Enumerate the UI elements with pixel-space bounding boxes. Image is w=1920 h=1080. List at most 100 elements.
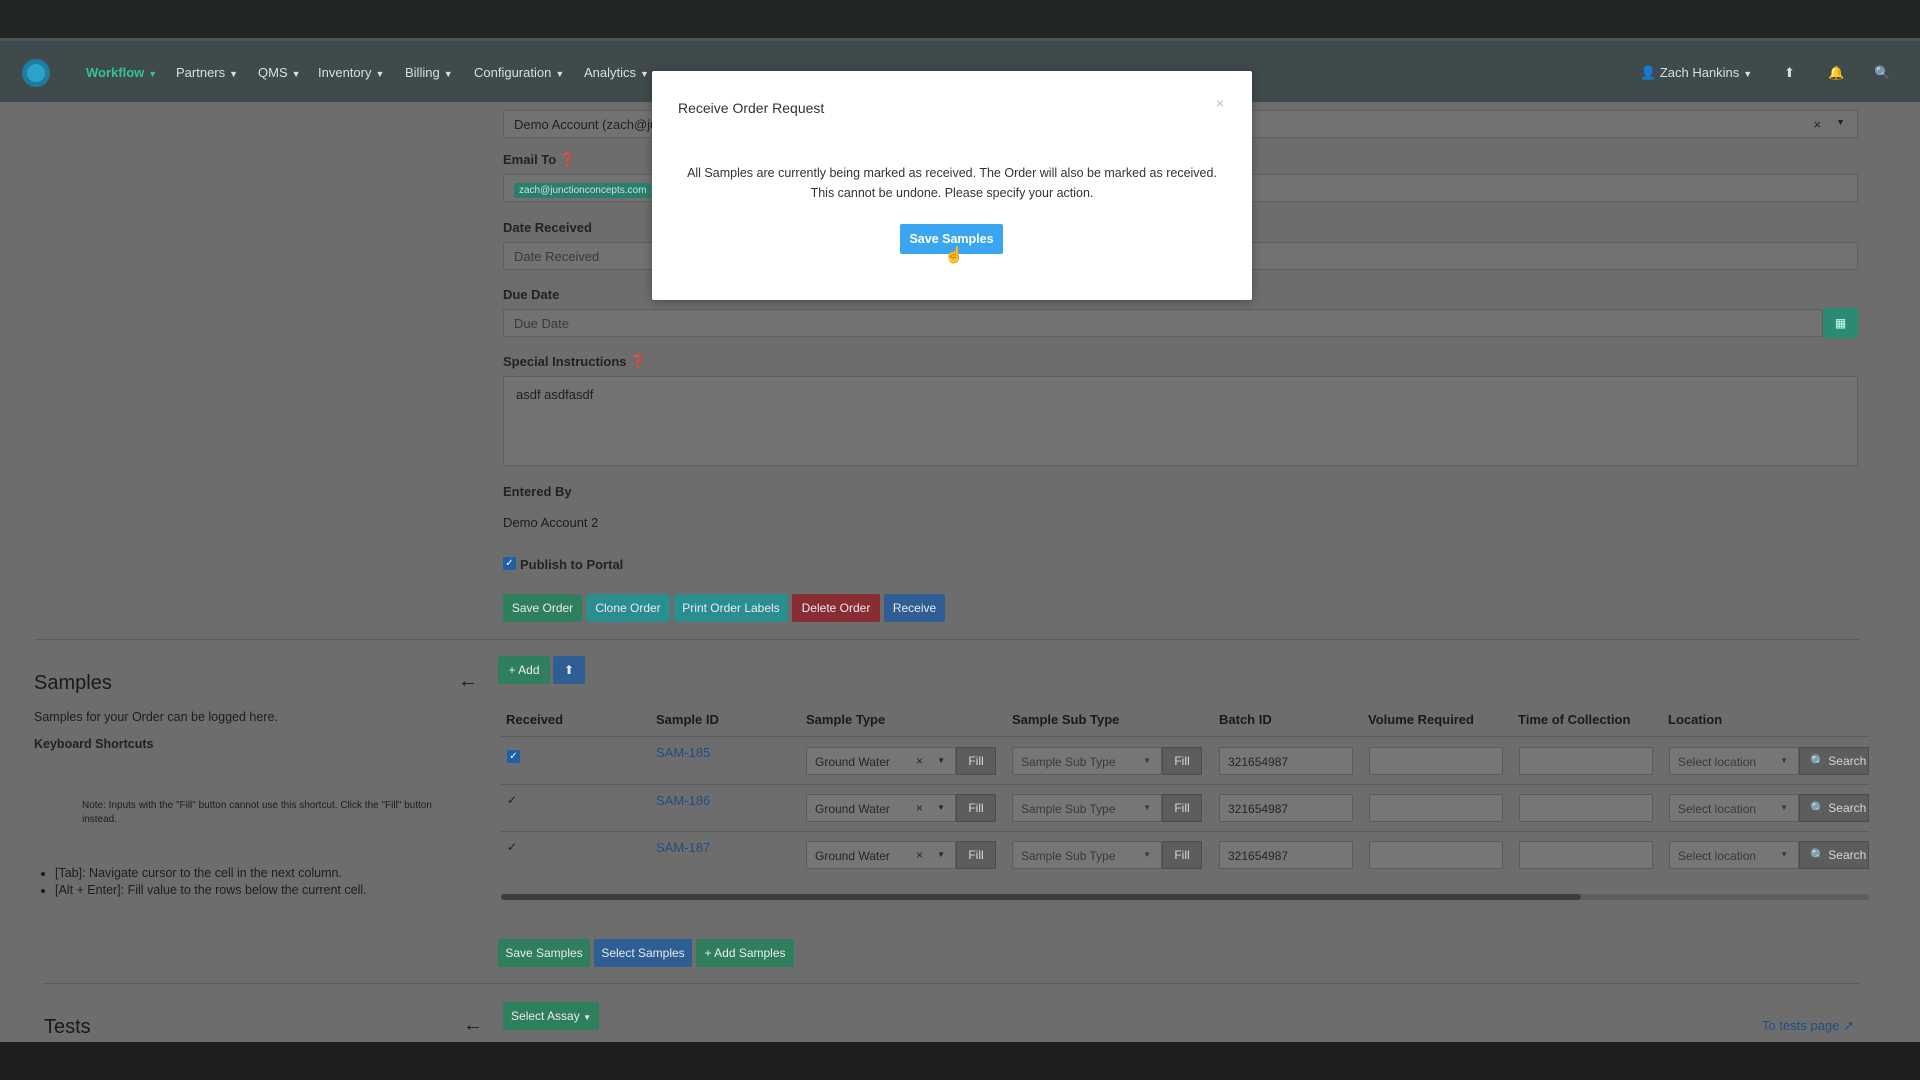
nav-workflow[interactable]: Workflow ▼ — [86, 65, 157, 80]
due-date-input[interactable]: Due Date — [503, 309, 1823, 337]
modal-message-line: This cannot be undone. Please specify yo… — [810, 186, 1094, 200]
fill-button[interactable]: Fill — [956, 747, 996, 775]
nav-partners-label: Partners — [176, 65, 226, 80]
location-select[interactable]: Select location ▼ — [1669, 794, 1799, 822]
clear-icon[interactable]: × — [916, 848, 923, 862]
samples-description: Samples for your Order can be logged her… — [34, 710, 278, 724]
fill-button[interactable]: Fill — [1162, 794, 1202, 822]
calendar-icon[interactable]: ▦ — [1823, 308, 1858, 338]
chevron-down-icon[interactable]: ▼ — [1143, 803, 1151, 812]
fill-button[interactable]: Fill — [1162, 841, 1202, 869]
column-batch-id: Batch ID — [1219, 712, 1272, 727]
volume-required-input[interactable] — [1369, 841, 1503, 869]
clone-order-button[interactable]: Clone Order — [586, 594, 670, 622]
publish-label: Publish to Portal — [520, 557, 624, 572]
user-menu[interactable]: 👤 Zach Hankins ▼ — [1640, 65, 1752, 81]
sample-type-value: Ground Water — [815, 802, 890, 816]
nav-billing[interactable]: Billing ▼ — [405, 65, 453, 80]
chevron-down-icon[interactable]: ▼ — [937, 803, 945, 812]
row-divider — [500, 784, 1870, 785]
sample-sub-type-placeholder: Sample Sub Type — [1021, 849, 1116, 863]
close-icon[interactable]: × — [1216, 95, 1224, 111]
add-samples-button[interactable]: + Add Samples — [696, 939, 794, 967]
clear-icon[interactable]: × — [916, 754, 923, 768]
batch-id-input[interactable]: 321654987 — [1219, 747, 1353, 775]
sample-sub-type-select[interactable]: Sample Sub Type ▼ — [1012, 747, 1162, 775]
batch-id-input[interactable]: 321654987 — [1219, 841, 1353, 869]
help-icon[interactable]: ❓ — [630, 354, 646, 369]
print-order-labels-button[interactable]: Print Order Labels — [674, 594, 788, 622]
received-check-icon[interactable]: ✓ — [507, 793, 517, 807]
shortcuts-list: [Tab]: Navigate cursor to the cell in th… — [55, 865, 367, 899]
nav-billing-label: Billing — [405, 65, 440, 80]
time-of-collection-input[interactable] — [1519, 841, 1653, 869]
upload-icon[interactable]: ⬆ — [553, 656, 585, 684]
volume-required-input[interactable] — [1369, 747, 1503, 775]
location-select[interactable]: Select location ▼ — [1669, 841, 1799, 869]
chevron-down-icon[interactable]: ▼ — [1780, 756, 1788, 765]
sample-type-select[interactable]: Ground Water × ▼ — [806, 747, 956, 775]
chevron-down-icon[interactable]: ▼ — [1780, 850, 1788, 859]
clear-icon[interactable]: × — [1813, 117, 1821, 132]
nav-qms[interactable]: QMS ▼ — [258, 65, 301, 80]
chevron-down-icon[interactable]: ▼ — [1143, 850, 1151, 859]
modal-title: Receive Order Request — [678, 100, 825, 116]
chevron-down-icon[interactable]: ▼ — [937, 756, 945, 765]
location-search-button[interactable]: 🔍 Search — [1799, 841, 1869, 869]
nav-configuration[interactable]: Configuration ▼ — [474, 65, 564, 80]
time-of-collection-input[interactable] — [1519, 747, 1653, 775]
app-logo[interactable] — [22, 59, 50, 87]
save-samples-button[interactable]: Save Samples — [498, 939, 590, 967]
sample-id-link[interactable]: SAM-187 — [656, 840, 710, 855]
nav-workflow-label: Workflow — [86, 65, 145, 80]
clear-icon[interactable]: × — [916, 801, 923, 815]
chevron-down-icon[interactable]: ▼ — [1143, 756, 1151, 765]
to-tests-page-link[interactable]: To tests page ↗ — [1762, 1018, 1854, 1034]
upload-icon[interactable]: ⬆ — [1784, 65, 1795, 81]
to-tests-page-label: To tests page — [1762, 1018, 1840, 1033]
email-tag[interactable]: zach@junctionconcepts.com — [514, 183, 652, 198]
help-icon[interactable]: ❓ — [560, 152, 576, 167]
location-search-button[interactable]: 🔍 Search — [1799, 794, 1869, 822]
chevron-down-icon[interactable]: ▼ — [937, 850, 945, 859]
horizontal-scrollbar-thumb[interactable] — [501, 894, 1581, 900]
sample-id-link[interactable]: SAM-186 — [656, 793, 710, 808]
volume-required-input[interactable] — [1369, 794, 1503, 822]
column-location: Location — [1668, 712, 1723, 727]
receive-button[interactable]: Receive — [884, 594, 945, 622]
batch-id-input[interactable]: 321654987 — [1219, 794, 1353, 822]
sample-id-link[interactable]: SAM-185 — [656, 745, 710, 760]
received-check-icon[interactable]: ✓ — [507, 840, 517, 854]
time-of-collection-input[interactable] — [1519, 794, 1653, 822]
select-assay-button[interactable]: Select Assay ▼ — [503, 1002, 599, 1030]
nav-partners[interactable]: Partners ▼ — [176, 65, 238, 80]
save-order-button[interactable]: Save Order — [503, 594, 582, 622]
publish-checkbox[interactable]: ✓ — [503, 557, 516, 570]
sample-sub-type-select[interactable]: Sample Sub Type ▼ — [1012, 794, 1162, 822]
arrow-left-icon[interactable]: ← — [463, 1014, 483, 1037]
bell-icon[interactable]: 🔔 — [1828, 65, 1844, 81]
search-icon[interactable]: 🔍 — [1874, 65, 1890, 81]
fill-button[interactable]: Fill — [1162, 747, 1202, 775]
add-sample-button[interactable]: + Add — [498, 656, 550, 684]
received-checkbox[interactable]: ✓ — [507, 750, 520, 763]
sample-sub-type-placeholder: Sample Sub Type — [1021, 755, 1116, 769]
select-samples-button[interactable]: Select Samples — [594, 939, 692, 967]
account-select-value: Demo Account (zach@ju — [514, 117, 658, 132]
location-select[interactable]: Select location ▼ — [1669, 747, 1799, 775]
sample-sub-type-select[interactable]: Sample Sub Type ▼ — [1012, 841, 1162, 869]
chevron-down-icon[interactable]: ▼ — [1836, 117, 1845, 127]
column-sample-sub-type: Sample Sub Type — [1012, 712, 1120, 727]
delete-order-button[interactable]: Delete Order — [792, 594, 880, 622]
special-instructions-textarea[interactable]: asdf asdfasdf — [503, 376, 1858, 466]
sample-type-select[interactable]: Ground Water × ▼ — [806, 794, 956, 822]
fill-button[interactable]: Fill — [956, 794, 996, 822]
select-assay-label: Select Assay — [511, 1009, 580, 1023]
nav-analytics[interactable]: Analytics ▼ — [584, 65, 649, 80]
arrow-left-icon[interactable]: ← — [458, 670, 478, 693]
sample-type-select[interactable]: Ground Water × ▼ — [806, 841, 956, 869]
nav-inventory[interactable]: Inventory ▼ — [318, 65, 384, 80]
chevron-down-icon[interactable]: ▼ — [1780, 803, 1788, 812]
location-search-button[interactable]: 🔍 Search — [1799, 747, 1869, 775]
fill-button[interactable]: Fill — [956, 841, 996, 869]
